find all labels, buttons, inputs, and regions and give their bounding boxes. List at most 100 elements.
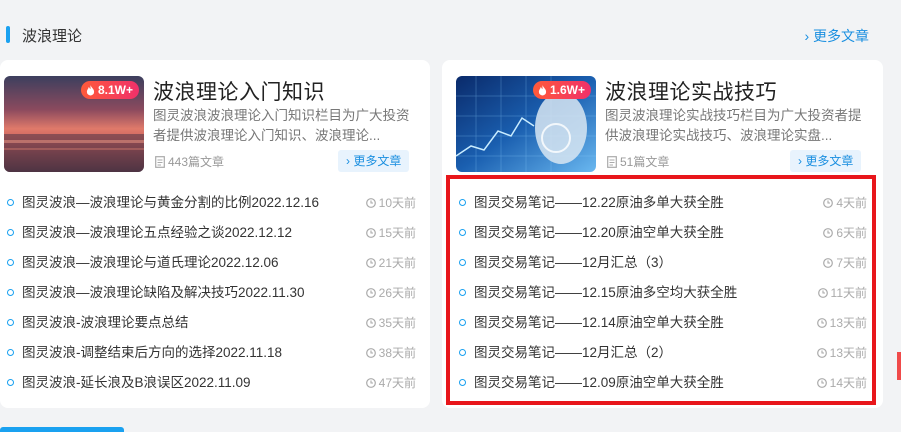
article-time: 7天前	[823, 248, 867, 278]
clock-icon	[817, 288, 828, 298]
clock-icon	[365, 288, 376, 298]
article-time: 14天前	[816, 368, 867, 398]
section-title: 波浪理论	[22, 28, 83, 45]
list-item[interactable]: 图灵交易笔记——12月汇总（3） 7天前	[442, 248, 883, 278]
circle-bullet-icon	[7, 319, 14, 326]
document-icon	[607, 155, 617, 168]
list-item[interactable]: 图灵交易笔记——12.22原油多单大获全胜 4天前	[442, 188, 883, 218]
hot-badge: 1.6W+	[532, 81, 591, 99]
article-title[interactable]: 图灵交易笔记——12.09原油空单大获全胜	[474, 368, 724, 398]
clock-icon	[365, 228, 376, 238]
list-item[interactable]: 图灵波浪-延长浪及B浪误区2022.11.09 47天前	[0, 368, 430, 398]
column-description: 图灵波浪波浪理论入门知识栏目为广大投资者提供波浪理论入门知识、波浪理论...	[153, 108, 410, 143]
list-item[interactable]: 图灵交易笔记——12.14原油空单大获全胜 13天前	[442, 308, 883, 338]
hot-count: 8.1W+	[97, 83, 133, 97]
article-title[interactable]: 图灵交易笔记——12.15原油多空均大获全胜	[474, 278, 737, 308]
bottom-accent-bar	[0, 427, 124, 432]
article-title[interactable]: 图灵波浪—波浪理论缺陷及解决技巧2022.11.30	[22, 278, 305, 308]
article-title[interactable]: 图灵交易笔记——12.14原油空单大获全胜	[474, 308, 724, 338]
article-count: 51篇文章	[607, 153, 669, 170]
article-title[interactable]: 图灵交易笔记——12.20原油空单大获全胜	[474, 218, 724, 248]
clock-icon	[823, 258, 834, 268]
circle-bullet-icon	[459, 289, 466, 296]
circle-bullet-icon	[459, 349, 466, 356]
article-time: 15天前	[365, 218, 416, 248]
article-title[interactable]: 图灵波浪—波浪理论与黄金分割的比例2022.12.16	[22, 188, 319, 218]
article-time: 26天前	[365, 278, 416, 308]
list-item[interactable]: 图灵波浪-调整结束后方向的选择2022.11.18 38天前	[0, 338, 430, 368]
clock-icon	[365, 318, 376, 328]
clock-icon	[823, 228, 834, 238]
flame-icon	[86, 84, 95, 95]
list-item[interactable]: 图灵波浪—波浪理论缺陷及解决技巧2022.11.30 26天前	[0, 278, 430, 308]
time-text: 26天前	[378, 286, 416, 300]
article-list: 图灵交易笔记——12.22原油多单大获全胜 4天前 图灵交易笔记——12.20原油…	[442, 188, 883, 398]
clock-icon	[365, 348, 376, 358]
article-time: 13天前	[816, 308, 867, 338]
time-text: 6天前	[836, 226, 867, 240]
document-icon	[155, 155, 165, 168]
article-title[interactable]: 图灵波浪—波浪理论与道氏理论2022.12.06	[22, 248, 279, 278]
time-text: 35天前	[378, 316, 416, 330]
article-time: 47天前	[365, 368, 416, 398]
circle-bullet-icon	[7, 289, 14, 296]
column-card-practice: 1.6W+ 波浪理论实战技巧 图灵波浪理论实战技巧栏目为广大投资者提供波浪理论实…	[442, 60, 883, 408]
list-item[interactable]: 图灵交易笔记——12月汇总（2） 13天前	[442, 338, 883, 368]
time-text: 11天前	[830, 286, 867, 300]
hot-badge: 8.1W+	[80, 81, 139, 99]
list-item[interactable]: 图灵波浪-波浪理论要点总结 35天前	[0, 308, 430, 338]
time-text: 38天前	[378, 346, 416, 360]
article-title[interactable]: 图灵交易笔记——12.22原油多单大获全胜	[474, 188, 724, 218]
clock-icon	[816, 348, 827, 358]
list-item[interactable]: 图灵波浪—波浪理论与道氏理论2022.12.06 21天前	[0, 248, 430, 278]
column-thumbnail[interactable]: 8.1W+	[4, 76, 144, 172]
time-text: 4天前	[836, 196, 867, 210]
list-item[interactable]: 图灵波浪—波浪理论五点经验之谈2022.12.12 15天前	[0, 218, 430, 248]
circle-bullet-icon	[7, 199, 14, 206]
time-text: 13天前	[829, 316, 867, 330]
article-title[interactable]: 图灵交易笔记——12月汇总（3）	[474, 248, 672, 278]
article-time: 35天前	[365, 308, 416, 338]
time-text: 21天前	[378, 256, 416, 270]
article-title[interactable]: 图灵波浪-波浪理论要点总结	[22, 308, 189, 338]
section-header: 波浪理论 › 更多文章	[0, 0, 901, 60]
flame-icon	[538, 84, 547, 95]
column-more-button[interactable]: › 更多文章	[338, 150, 410, 172]
column-title[interactable]: 波浪理论入门知识	[153, 76, 325, 106]
section-accent-bar	[6, 26, 10, 43]
more-articles-link[interactable]: › 更多文章	[804, 26, 869, 46]
article-time: 38天前	[365, 338, 416, 368]
circle-bullet-icon	[7, 349, 14, 356]
circle-bullet-icon	[7, 259, 14, 266]
circle-bullet-icon	[459, 319, 466, 326]
article-title[interactable]: 图灵波浪—波浪理论五点经验之谈2022.12.12	[22, 218, 292, 248]
article-time: 10天前	[365, 188, 416, 218]
column-more-button[interactable]: › 更多文章	[790, 150, 862, 172]
clock-icon	[823, 198, 834, 208]
list-item[interactable]: 图灵交易笔记——12.20原油空单大获全胜 6天前	[442, 218, 883, 248]
clock-icon	[365, 198, 376, 208]
circle-bullet-icon	[7, 229, 14, 236]
article-time: 11天前	[817, 278, 867, 308]
column-title[interactable]: 波浪理论实战技巧	[605, 76, 777, 106]
article-count-text: 443篇文章	[168, 155, 225, 169]
article-time: 21天前	[365, 248, 416, 278]
clock-icon	[365, 258, 376, 268]
time-text: 14天前	[829, 376, 867, 390]
clock-icon	[365, 378, 376, 388]
side-tab[interactable]	[897, 352, 901, 380]
list-item[interactable]: 图灵交易笔记——12.09原油空单大获全胜 14天前	[442, 368, 883, 398]
article-time: 4天前	[823, 188, 867, 218]
time-text: 47天前	[378, 376, 416, 390]
list-item[interactable]: 图灵交易笔记——12.15原油多空均大获全胜 11天前	[442, 278, 883, 308]
list-item[interactable]: 图灵波浪—波浪理论与黄金分割的比例2022.12.16 10天前	[0, 188, 430, 218]
article-title[interactable]: 图灵交易笔记——12月汇总（2）	[474, 338, 672, 368]
article-count: 443篇文章	[155, 153, 224, 170]
article-title[interactable]: 图灵波浪-调整结束后方向的选择2022.11.18	[22, 338, 282, 368]
column-thumbnail[interactable]: 1.6W+	[456, 76, 596, 172]
time-text: 13天前	[829, 346, 867, 360]
circle-bullet-icon	[459, 229, 466, 236]
article-title[interactable]: 图灵波浪-延长浪及B浪误区2022.11.09	[22, 368, 251, 398]
article-time: 6天前	[823, 218, 867, 248]
column-card-intro: 8.1W+ 波浪理论入门知识 图灵波浪波浪理论入门知识栏目为广大投资者提供波浪理…	[0, 60, 430, 408]
